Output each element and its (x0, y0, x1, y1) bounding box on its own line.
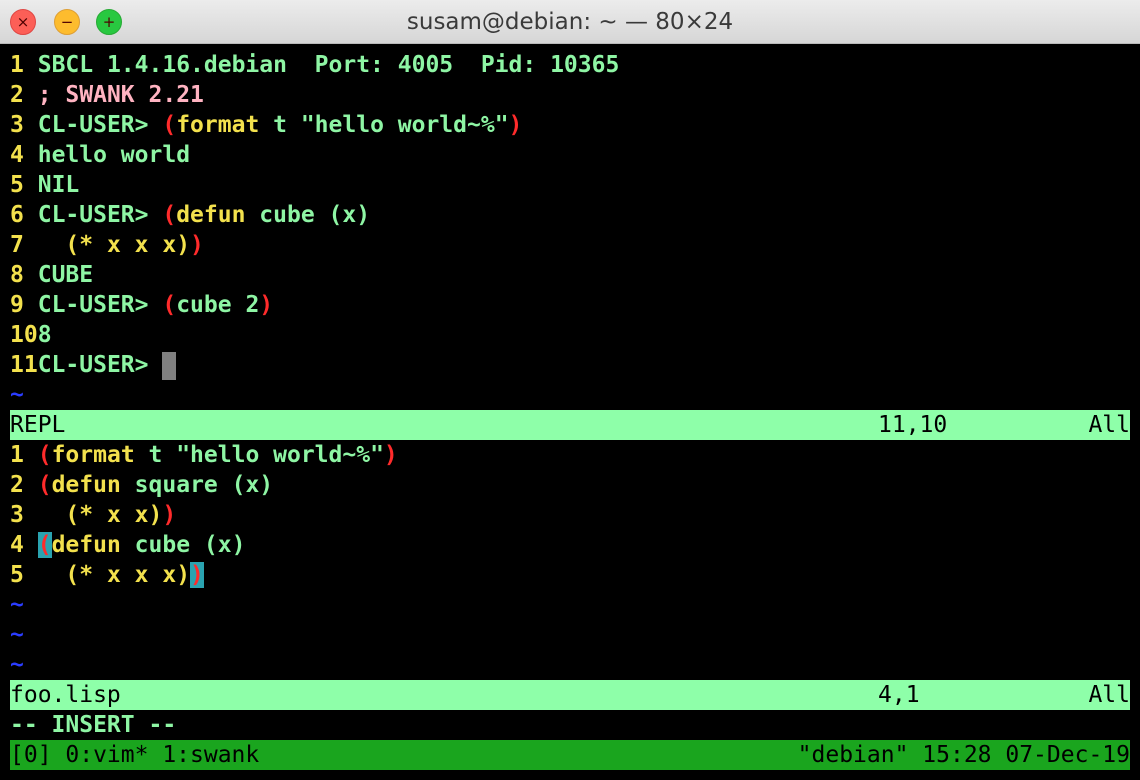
terminal-content[interactable]: 1 SBCL 1.4.16.debian Port: 4005 Pid: 103… (0, 44, 1140, 780)
repl-line-4: 4 hello world (10, 140, 190, 170)
repl-line-3: 3 CL-USER> (format t "hello world~%") (10, 110, 522, 140)
line-text: t "hello world~%" (259, 112, 509, 138)
repl-line-6: 6 CL-USER> (defun cube (x) (10, 200, 370, 230)
prompt: CL-USER> (37, 292, 163, 318)
line-number: 4 (10, 142, 24, 168)
file-line-1: 1 (format t "hello world~%") (10, 440, 398, 470)
empty-line-marker: ~ (10, 592, 24, 618)
line-number: 4 (10, 532, 24, 558)
line-number: 5 (10, 562, 24, 588)
scroll-percent: All (1088, 412, 1130, 438)
line-number: 9 (10, 292, 24, 318)
repl-line-7: 7 (* x x x)) (10, 230, 204, 260)
mode-indicator: -- INSERT -- (10, 712, 177, 738)
line-text: (* x x) (65, 502, 163, 528)
close-paren: ) (508, 112, 523, 138)
keyword: defun (176, 202, 246, 228)
file-status-bar: foo.lisp 4,1 All (10, 680, 1130, 710)
terminal-window: × − + susam@debian: ~ — 80×24 1 SBCL 1.4… (0, 0, 1140, 780)
scroll-percent: All (1088, 682, 1130, 708)
keyword: defun (51, 532, 121, 558)
matched-open-paren: ( (37, 532, 52, 558)
line-text: square (x) (120, 472, 274, 498)
line-text: NIL (37, 172, 80, 198)
repl-line-1: 1 SBCL 1.4.16.debian Port: 4005 Pid: 103… (10, 50, 619, 80)
title-bar: × − + susam@debian: ~ — 80×24 (0, 0, 1140, 44)
line-number: 3 (10, 112, 24, 138)
tmux-status-right: "debian" 15:28 07-Dec-19 (797, 742, 1130, 768)
close-paren: ) (259, 292, 274, 318)
prompt: CL-USER> (37, 112, 163, 138)
open-paren: ( (162, 292, 177, 318)
window-title: susam@debian: ~ — 80×24 (406, 9, 734, 35)
line-number: 1 (10, 52, 24, 78)
keyword: format (176, 112, 260, 138)
open-paren: ( (37, 472, 52, 498)
prompt: CL-USER> (37, 202, 163, 228)
line-number: 6 (10, 202, 24, 228)
line-text: 8 (37, 322, 52, 348)
repl-line-11[interactable]: 11CL-USER> (10, 350, 177, 380)
line-text: SBCL 1.4.16.debian Port: 4005 Pid: 10365 (37, 52, 620, 78)
close-paren: ) (162, 502, 177, 528)
cursor-position: 4,1 (878, 682, 920, 708)
repl-line-8: 8 CUBE (10, 260, 93, 290)
line-number: 5 (10, 172, 24, 198)
empty-line-marker: ~ (10, 382, 24, 408)
open-paren: ( (37, 442, 52, 468)
close-paren: ) (383, 442, 398, 468)
file-line-5: 5 (* x x x)) (10, 560, 204, 590)
line-text: cube (x) (245, 202, 371, 228)
line-number: 3 (10, 502, 24, 528)
line-number: 2 (10, 82, 24, 108)
line-text: ; SWANK 2.21 (37, 82, 204, 108)
text-cursor (162, 351, 177, 380)
line-text: cube (x) (120, 532, 246, 558)
line-number: 8 (10, 262, 24, 288)
file-line-4[interactable]: 4 (defun cube (x) (10, 530, 245, 560)
line-text: CUBE (37, 262, 94, 288)
repl-status-bar: REPL 11,10 All (10, 410, 1130, 440)
repl-line-2: 2 ; SWANK 2.21 (10, 80, 204, 110)
close-paren: ) (190, 232, 204, 258)
keyword: format (51, 442, 135, 468)
tmux-window-list[interactable]: [0] 0:vim* 1:swank (10, 742, 259, 768)
prompt: CL-USER> (37, 352, 163, 378)
line-number: 2 (10, 472, 24, 498)
line-text: (* x x x) (65, 562, 191, 588)
buffer-name: foo.lisp (10, 682, 121, 708)
line-number: 11 (10, 352, 38, 378)
tmux-status-bar: [0] 0:vim* 1:swank "debian" 15:28 07-Dec-… (10, 740, 1130, 770)
matched-close-paren: ) (190, 562, 204, 588)
line-text: t "hello world~%" (134, 442, 384, 468)
line-text: cube 2 (176, 292, 260, 318)
line-number: 7 (10, 232, 24, 258)
repl-line-9: 9 CL-USER> (cube 2) (10, 290, 273, 320)
line-number: 1 (10, 442, 24, 468)
line-number: 10 (10, 322, 38, 348)
cursor-position: 11,10 (878, 412, 948, 438)
line-text: (* x x x) (65, 232, 191, 258)
file-line-3: 3 (* x x)) (10, 500, 176, 530)
repl-line-10: 108 (10, 320, 52, 350)
buffer-name: REPL (10, 412, 66, 438)
empty-line-marker: ~ (10, 622, 24, 648)
open-paren: ( (162, 112, 177, 138)
empty-line-marker: ~ (10, 652, 24, 678)
file-line-2: 2 (defun square (x) (10, 470, 273, 500)
line-text: hello world (37, 142, 191, 168)
keyword: defun (51, 472, 121, 498)
repl-line-5: 5 NIL (10, 170, 79, 200)
open-paren: ( (162, 202, 177, 228)
